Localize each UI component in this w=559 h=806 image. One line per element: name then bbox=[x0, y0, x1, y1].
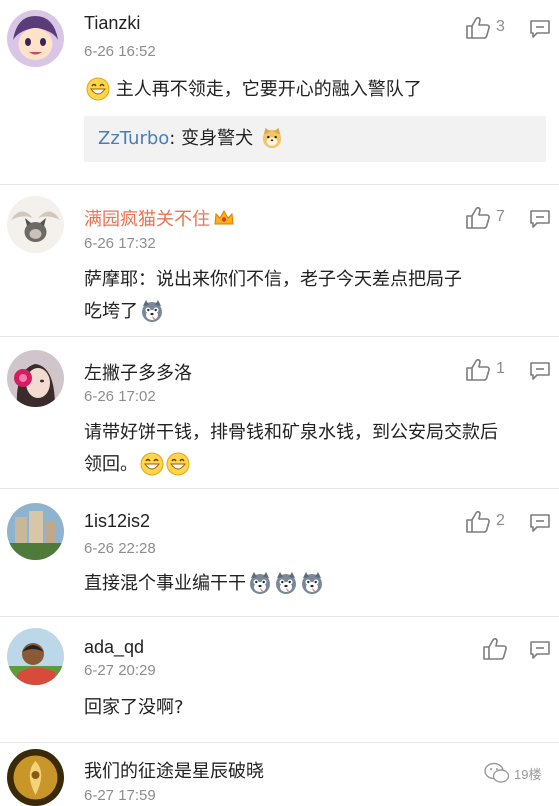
avatar[interactable] bbox=[7, 10, 64, 67]
husky-emoji-icon bbox=[140, 299, 164, 323]
username[interactable]: Tianzki bbox=[84, 13, 140, 34]
avatar[interactable] bbox=[7, 628, 64, 685]
comment-body: 回家了没啊? bbox=[84, 697, 184, 718]
comment-text: 回家了没啊? bbox=[84, 693, 544, 723]
comment-text: 直接混个事业编干干 bbox=[84, 569, 544, 599]
like-count: 3 bbox=[496, 18, 505, 35]
comment-body: 主人再不领走，它要开心的融入警队了 bbox=[115, 79, 422, 100]
username[interactable]: 左撇子多多洛 bbox=[84, 359, 192, 385]
like-count: 2 bbox=[496, 512, 505, 529]
username[interactable]: 1is12is2 bbox=[84, 511, 150, 532]
quoted-text: 变身警犬 bbox=[181, 128, 254, 149]
wechat-icon bbox=[484, 762, 510, 783]
avatar[interactable] bbox=[7, 503, 64, 560]
comment-text: 萨摩耶：说出来你们不信，老子今天差点把局子吃垮了 bbox=[84, 264, 464, 328]
username[interactable]: 我们的征途是星辰破晓 bbox=[84, 757, 264, 783]
comment-item: 1is12is2 6-26 22:28 2 直接混个事业编干干 bbox=[0, 489, 559, 617]
husky-emoji-icon bbox=[248, 571, 272, 595]
husky-emoji-icon bbox=[274, 571, 298, 595]
timestamp: 6-27 17:59 bbox=[84, 787, 156, 804]
timestamp: 6-26 17:02 bbox=[84, 388, 156, 405]
avatar[interactable] bbox=[7, 749, 64, 806]
smile-emoji-icon bbox=[86, 77, 110, 101]
username[interactable]: ada_qd bbox=[84, 637, 144, 658]
like-icon[interactable] bbox=[482, 637, 508, 661]
quoted-reply: ZzTurbo: 变身警犬 bbox=[84, 116, 546, 162]
reply-icon[interactable] bbox=[529, 361, 551, 381]
like-count: 7 bbox=[496, 208, 505, 225]
grin-emoji-icon bbox=[166, 452, 190, 476]
reply-icon[interactable] bbox=[529, 640, 551, 660]
username[interactable]: 满园疯猫关不住 bbox=[84, 205, 235, 231]
comment-text: 主人再不领走，它要开心的融入警队了 bbox=[84, 75, 544, 105]
comment-item: 左撇子多多洛 6-26 17:02 1 请带好饼干钱，排骨钱和矿泉水钱，到公安局… bbox=[0, 337, 559, 489]
reply-icon[interactable] bbox=[529, 209, 551, 229]
comment-item: Tianzki 6-26 16:52 3 主人再不领走，它要开心的融入警队了 Z… bbox=[0, 0, 559, 185]
grin-emoji-icon bbox=[140, 452, 164, 476]
reply-icon[interactable] bbox=[529, 19, 551, 39]
comment-item: 我们的征途是星辰破晓 6-27 17:59 bbox=[0, 743, 559, 806]
like-count: 1 bbox=[496, 360, 505, 377]
quote-separator: : bbox=[169, 128, 182, 149]
watermark-label: 19楼 bbox=[514, 766, 542, 782]
timestamp: 6-26 17:32 bbox=[84, 235, 156, 252]
timestamp: 6-26 22:28 bbox=[84, 540, 156, 557]
like-icon[interactable] bbox=[465, 206, 491, 230]
timestamp: 6-26 16:52 bbox=[84, 43, 156, 60]
reply-icon[interactable] bbox=[529, 513, 551, 533]
like-icon[interactable] bbox=[465, 510, 491, 534]
comment-item: ada_qd 6-27 20:29 回家了没啊? bbox=[0, 617, 559, 743]
vip-crown-icon bbox=[214, 209, 234, 225]
comment-body: 直接混个事业编干干 bbox=[84, 573, 246, 594]
like-icon[interactable] bbox=[465, 358, 491, 382]
doge-emoji-icon bbox=[262, 127, 281, 149]
like-icon[interactable] bbox=[465, 16, 491, 40]
comment-text: 请带好饼干钱，排骨钱和矿泉水钱，到公安局交款后领回。 bbox=[84, 417, 504, 481]
avatar[interactable] bbox=[7, 350, 64, 407]
username-text: 满园疯猫关不住 bbox=[84, 209, 210, 229]
husky-emoji-icon bbox=[300, 571, 324, 595]
timestamp: 6-27 20:29 bbox=[84, 662, 156, 679]
watermark: 19楼 bbox=[484, 762, 541, 784]
avatar[interactable] bbox=[7, 196, 64, 253]
comment-item: 满园疯猫关不住 6-26 17:32 7 萨摩耶：说出来你们不信，老子今天差点把… bbox=[0, 185, 559, 337]
quoted-username[interactable]: ZzTurbo bbox=[98, 128, 169, 149]
